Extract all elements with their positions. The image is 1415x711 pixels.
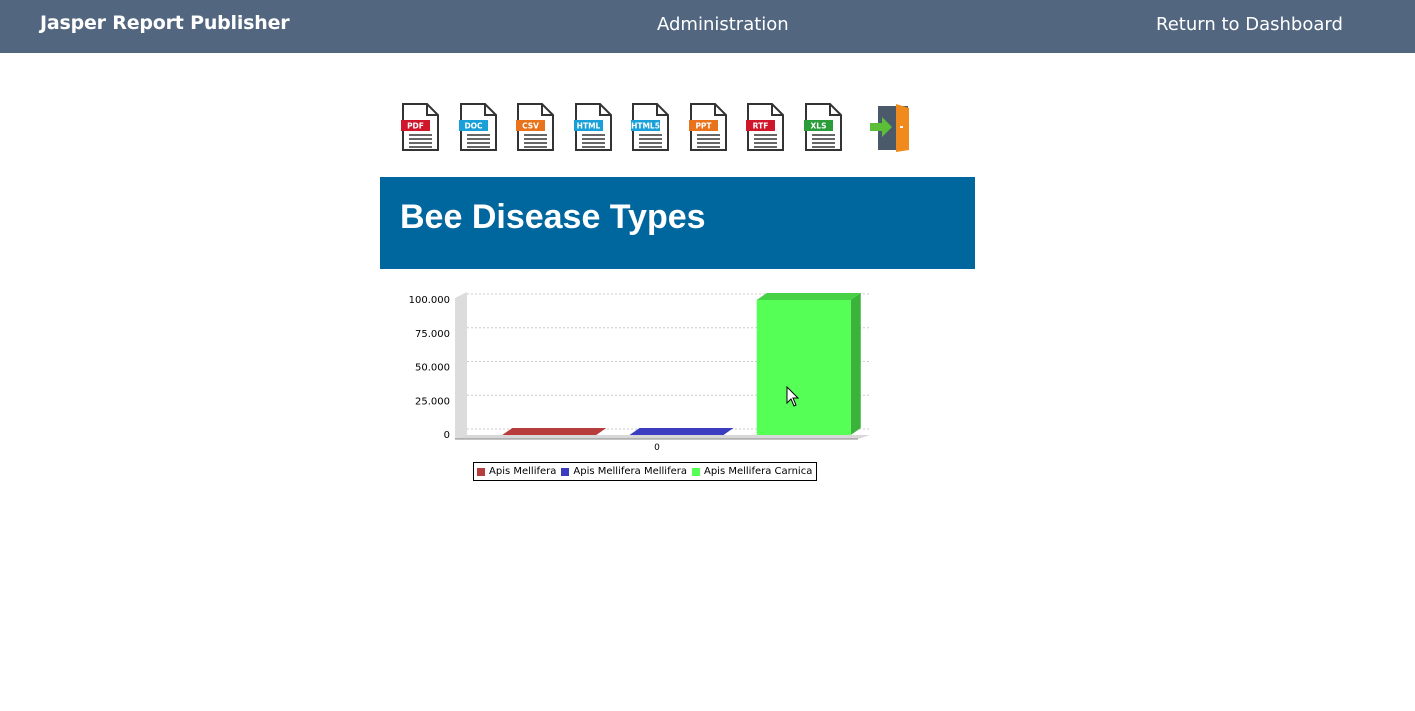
export-rtf-button[interactable]: RTF <box>745 102 785 152</box>
html5-file-icon: HTML5 <box>631 103 669 151</box>
legend-label: Apis Mellifera <box>489 466 557 477</box>
export-format-label: PDF <box>407 122 424 131</box>
mouse-cursor-icon <box>786 386 800 407</box>
return-to-dashboard-link[interactable]: Return to Dashboard <box>1156 14 1343 35</box>
export-format-label: PPT <box>695 122 712 131</box>
export-format-label: HTML <box>576 122 600 131</box>
bar-top-face <box>756 293 861 300</box>
rtf-file-icon: RTF <box>746 103 784 151</box>
y-tick-label: 100.000 <box>409 295 450 306</box>
export-format-label: HTML5 <box>631 122 660 131</box>
export-ppt-button[interactable]: PPT <box>688 102 728 152</box>
legend-swatch <box>691 467 700 476</box>
bar-apis-mellifera-mellifera <box>629 428 734 435</box>
doc-file-icon: DOC <box>458 103 497 151</box>
bar-top-face <box>629 428 734 435</box>
bar-top-face <box>502 428 607 435</box>
export-html5-button[interactable]: HTML5 <box>630 102 670 152</box>
legend-item: Apis Mellifera Carnica <box>691 466 813 477</box>
pdf-file-icon: PDF <box>401 103 439 151</box>
export-format-label: CSV <box>522 122 539 131</box>
chart-canvas: 0 25.000 50.000 75.000 100.000 0 <box>409 292 870 453</box>
exit-report-button[interactable] <box>868 102 909 152</box>
bar-apis-mellifera <box>502 428 607 435</box>
x-tick-label: 0 <box>654 443 660 453</box>
export-xls-button[interactable]: XLS <box>803 102 843 152</box>
export-html-button[interactable]: HTML <box>573 102 613 152</box>
y-tick-label: 75.000 <box>415 329 450 340</box>
bar-front-face <box>756 300 851 435</box>
chart-legend: Apis Mellifera Apis Mellifera Mellifera Ap… <box>473 462 818 481</box>
export-format-label: XLS <box>810 122 826 131</box>
legend-swatch <box>561 467 570 476</box>
y-tick-label: 0 <box>444 430 450 441</box>
brand-link[interactable]: Jasper Report Publisher <box>40 12 290 34</box>
y-tick-label: 50.000 <box>415 363 450 374</box>
export-doc-button[interactable]: DOC <box>458 102 498 152</box>
html-file-icon: HTML <box>573 103 612 151</box>
export-pdf-button[interactable]: PDF <box>400 102 440 152</box>
bar-apis-mellifera-carnica <box>756 293 861 435</box>
legend-label: Apis Mellifera Carnica <box>703 466 813 477</box>
report-title: Bee Disease Types <box>400 198 706 236</box>
legend-item: Apis Mellifera <box>477 466 556 477</box>
report-title-banner: Bee Disease Types <box>380 177 975 269</box>
csv-file-icon: CSV <box>516 103 554 151</box>
legend-label: Apis Mellifera Mellifera <box>573 466 687 477</box>
ppt-file-icon: PPT <box>688 103 727 151</box>
administration-link[interactable]: Administration <box>657 14 789 35</box>
legend-swatch <box>477 467 485 476</box>
export-csv-button[interactable]: CSV <box>515 102 555 152</box>
y-tick-label: 25.000 <box>415 396 450 407</box>
xls-file-icon: XLS <box>803 103 842 151</box>
export-format-label: RTF <box>753 122 769 131</box>
top-navbar: Jasper Report Publisher Administration R… <box>0 0 1415 53</box>
legend-item: Apis Mellifera Mellifera <box>561 466 687 477</box>
exit-door-icon <box>870 104 909 152</box>
bar-chart: 0 25.000 50.000 75.000 100.000 0 Apis Mellife… <box>400 280 880 490</box>
export-format-label: DOC <box>464 122 483 131</box>
bar-side-face <box>850 293 861 435</box>
export-toolbar: PDF DOC CSV HTML HTML5 PPT RTF XLS <box>400 102 920 154</box>
